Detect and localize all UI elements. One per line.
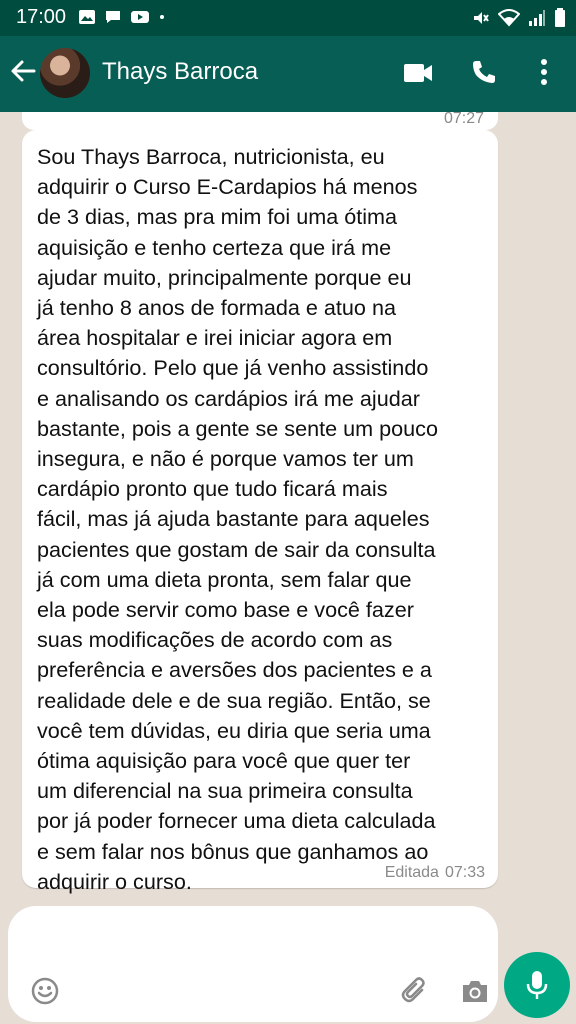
message-input[interactable] — [8, 906, 498, 1022]
video-call-icon[interactable] — [403, 62, 433, 84]
message-line: e sem falar nos bônus que ganhamos ao — [37, 838, 429, 864]
previous-message-time: 07:27 — [443, 112, 484, 127]
paperclip-icon[interactable] — [400, 976, 430, 1006]
message-line: e analisando os cardápios irá me ajudar — [37, 385, 420, 411]
avatar[interactable] — [40, 48, 90, 98]
message-line: já com uma dieta pronta, sem falar que — [37, 566, 412, 592]
edited-label: Editada — [384, 864, 439, 881]
battery-icon — [555, 8, 565, 27]
signal-icon — [529, 10, 545, 26]
message-line: insegura, e não é porque vamos ter um — [37, 446, 414, 472]
message-bubble[interactable]: Sou Thays Barroca, nutricionista, eu adq… — [22, 130, 498, 894]
message-line: você tem dúvidas, eu diria que seria uma — [37, 717, 431, 743]
camera-icon[interactable] — [460, 978, 490, 1004]
chat-icon — [106, 11, 120, 23]
gallery-icon — [79, 10, 95, 24]
status-time: 17:00 — [16, 6, 67, 28]
contact-name[interactable]: Thays Barroca — [102, 58, 258, 86]
message-line: Sou Thays Barroca, nutricionista, eu — [37, 144, 385, 169]
compose-bar — [0, 902, 576, 1024]
more-options-icon[interactable] — [536, 58, 552, 86]
message-line: bastante, pois a gente se sente um pouco — [37, 415, 438, 441]
phone-icon[interactable] — [470, 58, 498, 86]
wifi-icon — [498, 9, 520, 27]
message-line: ajudar muito, principalmente porque eu — [37, 264, 412, 290]
message-line: fácil, mas já ajuda bastante para aquele… — [37, 506, 430, 532]
notification-icons — [78, 9, 166, 25]
message-line: cardápio pronto que tudo ficará mais — [37, 476, 388, 502]
message-line: suas modificações de acordo com as — [37, 627, 393, 653]
system-icons — [472, 8, 566, 28]
previous-message-bubble[interactable]: 07:27 — [22, 112, 498, 130]
message-line: um diferencial na sua primeira consulta — [37, 778, 413, 804]
message-line: de 3 dias, mas pra mim foi uma ótima — [37, 204, 398, 230]
mic-button[interactable] — [504, 952, 570, 1018]
message-line: pacientes que gostam de sair da consulta — [37, 536, 436, 562]
message-line: já tenho 8 anos de formada e atuo na — [37, 295, 396, 321]
chat-header: Thays Barroca — [0, 36, 576, 112]
message-line: consultório. Pelo que já venho assistind… — [37, 355, 429, 381]
message-line: realidade dele e de sua região. Então, s… — [37, 687, 431, 713]
message-line: por já poder fornecer uma dieta calculad… — [37, 808, 436, 834]
status-bar: 17:00 — [0, 0, 576, 36]
microphone-icon — [526, 971, 548, 999]
message-line: aquisição e tenho certeza que irá me — [37, 234, 392, 260]
back-arrow-icon[interactable] — [10, 58, 36, 84]
message-text: Sou Thays Barroca, nutricionista, eu adq… — [37, 142, 487, 897]
dot-icon — [160, 15, 164, 19]
mute-icon — [474, 12, 489, 24]
message-line: adquirir o Curso E-Cardapios há menos — [37, 174, 418, 200]
message-time: 07:33 — [444, 864, 485, 881]
youtube-icon — [131, 11, 149, 23]
message-meta: Editada 07:33 — [385, 864, 485, 882]
emoji-icon[interactable] — [30, 976, 60, 1006]
message-line: área hospitalar e irei iniciar agora em — [37, 325, 393, 351]
message-line: ótima aquisição para você que quer ter — [37, 748, 411, 774]
chat-area[interactable]: 07:27 Sou Thays Barroca, nutricionista, … — [0, 112, 576, 902]
message-line: preferência e aversões dos pacientes e a — [37, 657, 432, 683]
message-line: ela pode servir como base e você fazer — [37, 597, 414, 623]
